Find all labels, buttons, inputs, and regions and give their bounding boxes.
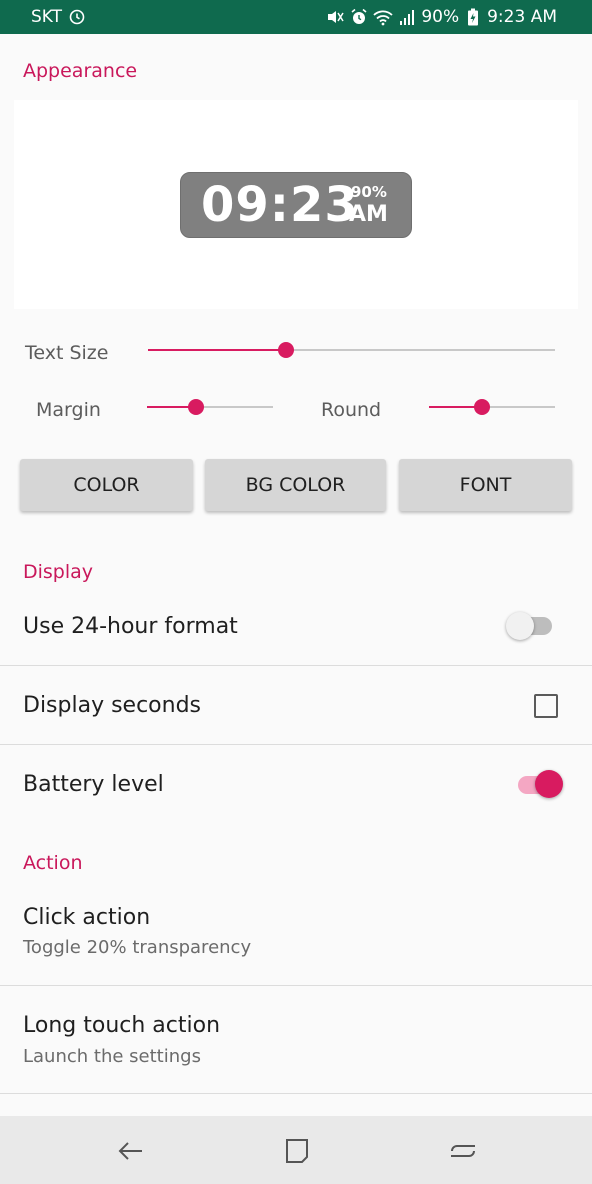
home-icon[interactable] bbox=[448, 1136, 478, 1166]
display-seconds-row[interactable]: Display seconds bbox=[0, 666, 592, 744]
margin-label: Margin bbox=[36, 399, 101, 421]
recents-icon[interactable] bbox=[282, 1136, 312, 1166]
battery-percent: 90% bbox=[421, 7, 460, 27]
display-section-title: Display bbox=[23, 561, 94, 583]
click-action-row[interactable]: Click action Toggle 20% transparency bbox=[0, 880, 592, 985]
click-action-title: Click action bbox=[23, 905, 151, 930]
battery-level-label: Battery level bbox=[23, 772, 164, 797]
mute-icon bbox=[325, 7, 345, 27]
divider bbox=[0, 1093, 592, 1094]
clock-icon bbox=[67, 7, 87, 27]
use-24-hour-label: Use 24-hour format bbox=[23, 614, 238, 639]
round-slider-thumb[interactable] bbox=[473, 399, 490, 415]
signal-icon bbox=[397, 7, 417, 27]
long-touch-action-row[interactable]: Long touch action Launch the settings bbox=[0, 986, 592, 1093]
bg-color-button[interactable]: BG COLOR bbox=[205, 459, 386, 511]
text-size-slider-thumb[interactable] bbox=[278, 342, 295, 358]
appearance-section-title: Appearance bbox=[23, 60, 138, 82]
battery-icon bbox=[463, 7, 483, 27]
status-bar: SKT 90% 9:23 AM bbox=[0, 0, 592, 34]
use-24-hour-row[interactable]: Use 24-hour format bbox=[0, 587, 592, 665]
battery-level-switch[interactable] bbox=[535, 770, 563, 798]
text-size-slider[interactable] bbox=[148, 342, 555, 358]
text-size-slider-fill bbox=[148, 349, 287, 351]
round-slider[interactable] bbox=[429, 399, 555, 415]
text-size-label: Text Size bbox=[25, 342, 109, 364]
click-action-summary: Toggle 20% transparency bbox=[23, 937, 252, 958]
use-24-hour-switch[interactable] bbox=[506, 612, 534, 640]
preview-ampm: AM bbox=[349, 202, 388, 227]
back-icon[interactable] bbox=[116, 1136, 146, 1166]
long-touch-action-title: Long touch action bbox=[23, 1013, 221, 1038]
clock-preview: 09:23 90% AM bbox=[14, 100, 578, 309]
battery-level-row[interactable]: Battery level bbox=[0, 745, 592, 825]
carrier-name: SKT bbox=[31, 7, 63, 27]
status-right: 90% 9:23 AM bbox=[325, 7, 557, 27]
long-touch-action-summary: Launch the settings bbox=[23, 1046, 201, 1067]
navigation-bar bbox=[0, 1116, 592, 1184]
preview-time: 09:23 bbox=[201, 177, 359, 233]
color-button[interactable]: COLOR bbox=[20, 459, 193, 511]
action-section-title: Action bbox=[23, 852, 83, 874]
status-left: SKT bbox=[31, 7, 87, 27]
margin-slider[interactable] bbox=[147, 399, 273, 415]
display-seconds-checkbox[interactable] bbox=[534, 694, 558, 718]
margin-slider-thumb[interactable] bbox=[188, 399, 205, 415]
display-seconds-label: Display seconds bbox=[23, 693, 202, 718]
round-label: Round bbox=[321, 399, 382, 421]
wifi-icon bbox=[373, 7, 393, 27]
font-button[interactable]: FONT bbox=[399, 459, 572, 511]
preview-battery: 90% bbox=[351, 183, 387, 201]
alarm-icon bbox=[349, 7, 369, 27]
status-time: 9:23 AM bbox=[487, 7, 557, 27]
clock-widget-preview: 09:23 90% AM bbox=[180, 172, 412, 238]
